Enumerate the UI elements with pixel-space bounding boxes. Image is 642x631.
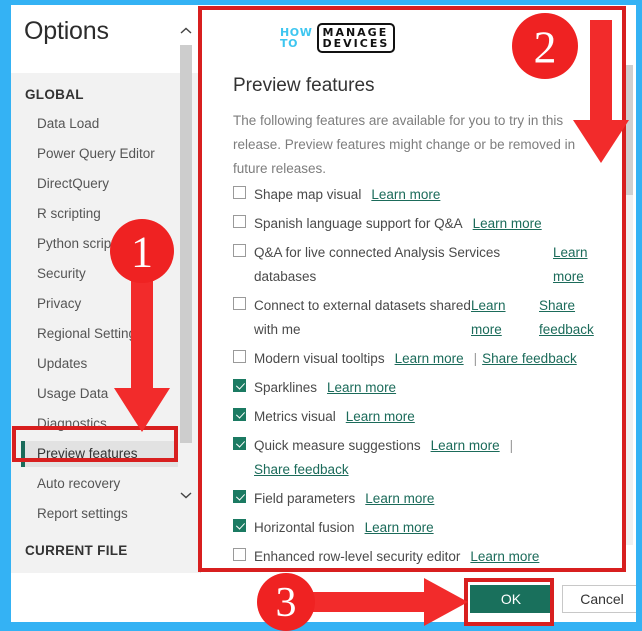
feature-label: Spanish language support for Q&A (254, 216, 463, 231)
feature-row[interactable]: Spanish language support for Q&A Learn m… (233, 212, 605, 236)
logo-managedevices-box: MANAGE DEVICES (316, 23, 396, 53)
sidebar-item-python-scripting[interactable]: Python scripting (21, 231, 181, 257)
ok-button[interactable]: OK (470, 585, 552, 613)
logo-howto-text: HOW TO (280, 27, 313, 49)
feature-row[interactable]: Shape map visual Learn more (233, 183, 605, 207)
panel-heading: Preview features (233, 75, 375, 96)
checkbox-metrics-visual[interactable] (233, 408, 246, 421)
checkbox-horizontal-fusion[interactable] (233, 519, 246, 532)
preview-features-panel: HOW TO MANAGE DEVICES Preview features T… (201, 5, 636, 573)
share-feedback-link[interactable]: Share feedback (482, 347, 577, 371)
more-text: more (471, 322, 502, 337)
dialog-button-bar: OK Cancel (11, 573, 636, 622)
sidebar-item-data-load[interactable]: Data Load (21, 111, 181, 137)
feature-label: Quick measure suggestions (254, 438, 421, 453)
learn-more-link[interactable]: Learn more (471, 294, 523, 342)
learn-more-link[interactable]: Learn more (473, 212, 542, 236)
sidebar-item-privacy[interactable]: Privacy (21, 291, 181, 317)
cancel-button[interactable]: Cancel (562, 585, 636, 613)
checkbox-enhanced-row-level-security-editor[interactable] (233, 548, 246, 561)
sidebar-item-usage-data[interactable]: Usage Data (21, 381, 181, 407)
sidebar-item-diagnostics[interactable]: Diagnostics (21, 411, 181, 437)
feature-label: Connect to external datasets shared with… (254, 298, 471, 337)
panel-scrollbar-thumb[interactable] (626, 65, 633, 195)
sidebar-group-current-file: CURRENT FILE (25, 543, 128, 558)
sidebar-item-preview-features[interactable]: Preview features (21, 441, 181, 467)
learn-more-link[interactable]: Learn more (346, 405, 415, 429)
share-text: Share (539, 298, 576, 313)
options-dialog: Options GLOBAL Data Load Power Query Edi… (11, 5, 636, 622)
feature-label: Shape map visual (254, 187, 362, 202)
checkbox-sparklines[interactable] (233, 379, 246, 392)
feature-row[interactable]: Modern visual tooltips Learn more | Shar… (233, 347, 605, 371)
sidebar-item-report-settings[interactable]: Report settings (21, 501, 181, 527)
sidebar-item-regional-settings[interactable]: Regional Settings (21, 321, 181, 347)
checkbox-field-parameters[interactable] (233, 490, 246, 503)
sidebar-item-auto-recovery[interactable]: Auto recovery (21, 471, 181, 497)
checkbox-quick-measure-suggestions[interactable] (233, 437, 246, 450)
learn-text: Learn (471, 298, 506, 313)
howtomanagedevices-logo: HOW TO MANAGE DEVICES (280, 23, 396, 53)
feature-row[interactable]: Enhanced row-level security editor Learn… (233, 545, 605, 569)
share-feedback-link[interactable]: Share feedback (539, 294, 605, 342)
learn-more-link[interactable]: Learn more (431, 434, 500, 458)
feature-list: Shape map visual Learn more Spanish lang… (233, 183, 605, 573)
dialog-title-bar: Options (11, 5, 201, 73)
feature-label: Sparklines (254, 380, 318, 395)
feature-row[interactable]: Metrics visual Learn more (233, 405, 605, 429)
feature-label: Horizontal fusion (254, 520, 355, 535)
sidebar-item-power-query-editor[interactable]: Power Query Editor (21, 141, 181, 167)
feature-row[interactable]: Horizontal fusion Learn more (233, 516, 605, 540)
checkbox-spanish-language-support[interactable] (233, 215, 246, 228)
chevron-down-icon[interactable] (178, 487, 194, 505)
link-separator: | (473, 351, 478, 366)
feature-label: Field parameters (254, 491, 356, 506)
learn-text: Learn (553, 245, 588, 260)
feature-row[interactable]: Sparklines Learn more (233, 376, 605, 400)
logo-to: TO (280, 37, 299, 50)
sidebar-item-directquery[interactable]: DirectQuery (21, 171, 181, 197)
checkbox-modern-visual-tooltips[interactable] (233, 350, 246, 363)
share-feedback-link[interactable]: Share feedback (254, 458, 349, 482)
learn-more-link[interactable]: Learn more (365, 487, 434, 511)
window-blue-border: Options GLOBAL Data Load Power Query Edi… (0, 0, 642, 631)
feature-label: Enhanced row-level security editor (254, 549, 461, 564)
checkbox-connect-to-external-datasets[interactable] (233, 297, 246, 310)
more-text: more (553, 269, 584, 284)
learn-more-link[interactable]: Learn more (553, 241, 605, 289)
feature-label: Q&A for live connected Analysis Services… (254, 245, 501, 284)
feature-row[interactable]: Field parameters Learn more (233, 487, 605, 511)
sidebar-scrollbar-thumb[interactable] (180, 45, 192, 443)
learn-more-link[interactable]: Learn more (327, 376, 396, 400)
learn-more-link[interactable]: Learn more (470, 545, 539, 569)
sidebar-item-updates[interactable]: Updates (21, 351, 181, 377)
sidebar-item-security[interactable]: Security (21, 261, 181, 287)
feature-row[interactable]: Q&A for live connected Analysis Services… (233, 241, 605, 289)
feedback-text: feedback (539, 322, 594, 337)
checkbox-shape-map-visual[interactable] (233, 186, 246, 199)
feature-row[interactable]: Connect to external datasets shared with… (233, 294, 605, 342)
feature-label: Metrics visual (254, 409, 336, 424)
sidebar-group-global: GLOBAL (25, 87, 84, 102)
logo-devices: DEVICES (322, 37, 390, 50)
link-separator: | (509, 438, 514, 453)
options-sidebar[interactable]: GLOBAL Data Load Power Query Editor Dire… (11, 73, 201, 573)
learn-more-link[interactable]: Learn more (395, 347, 464, 371)
learn-more-link[interactable]: Learn more (371, 183, 440, 207)
chevron-up-icon[interactable] (178, 23, 194, 41)
page-title: Options (24, 17, 109, 45)
sidebar-item-r-scripting[interactable]: R scripting (21, 201, 181, 227)
panel-description: The following features are available for… (233, 113, 576, 176)
learn-more-link[interactable]: Learn more (365, 516, 434, 540)
feature-label: Modern visual tooltips (254, 351, 385, 366)
checkbox-qa-live-connected-analysis-services[interactable] (233, 244, 246, 257)
feature-row[interactable]: Quick measure suggestions Learn more | S… (233, 434, 605, 482)
